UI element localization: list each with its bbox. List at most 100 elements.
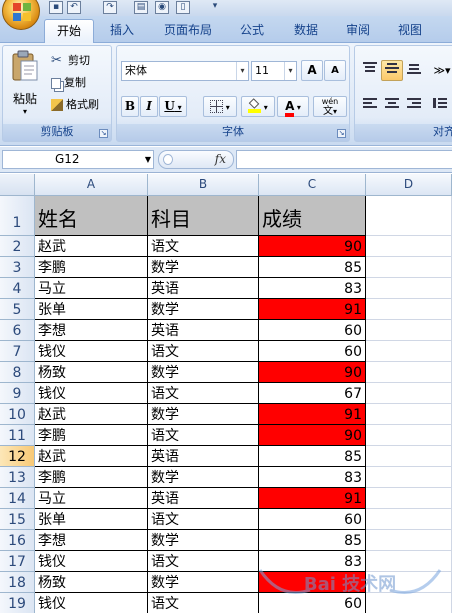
font-name-combo[interactable]: 宋体 ▾ (121, 61, 249, 81)
row-header[interactable]: 17 (0, 551, 35, 572)
row-header[interactable]: 15 (0, 509, 35, 530)
name-box-dropdown-icon[interactable]: ▼ (145, 151, 151, 168)
column-header-a[interactable]: A (35, 174, 148, 196)
subject-cell[interactable]: 数学 (148, 530, 259, 551)
format-painter-button[interactable]: 格式刷 (51, 96, 99, 112)
row-header[interactable]: 12 (0, 446, 35, 467)
shrink-font-button[interactable]: A (324, 60, 346, 81)
row-header[interactable]: 8 (0, 362, 35, 383)
name-cell[interactable]: 马立 (35, 488, 148, 509)
subject-cell[interactable]: 语文 (148, 593, 259, 613)
name-cell[interactable]: 李想 (35, 530, 148, 551)
row-header[interactable]: 2 (0, 236, 35, 257)
phonetic-dropdown-icon[interactable]: ▾ (333, 107, 337, 116)
borders-button[interactable]: ▾ (203, 96, 237, 117)
fill-color-dropdown-icon[interactable]: ▾ (261, 103, 268, 112)
italic-button[interactable]: I (140, 96, 158, 117)
formula-bar-grip-icon[interactable] (163, 154, 173, 165)
font-color-button[interactable]: A ▾ (277, 96, 309, 117)
tab-review[interactable]: 审阅 (338, 19, 378, 43)
score-cell[interactable]: 91 (259, 299, 366, 320)
grow-font-button[interactable]: A (301, 60, 323, 81)
subject-cell[interactable]: 英语 (148, 320, 259, 341)
new-document-icon[interactable]: ▯ (176, 1, 190, 14)
name-cell[interactable]: 张单 (35, 509, 148, 530)
subject-cell[interactable]: 语文 (148, 383, 259, 404)
empty-cell[interactable] (366, 383, 452, 404)
score-cell[interactable]: 85 (259, 446, 366, 467)
font-color-dropdown-icon[interactable]: ▾ (294, 103, 301, 112)
tab-data[interactable]: 数据 (286, 19, 326, 43)
print-preview-icon[interactable]: ◉ (155, 1, 169, 14)
row-header[interactable]: 6 (0, 320, 35, 341)
name-cell[interactable]: 钱仪 (35, 551, 148, 572)
header-cell-subject[interactable]: 科目 (148, 196, 259, 236)
subject-cell[interactable]: 数学 (148, 257, 259, 278)
score-cell[interactable]: 90 (259, 425, 366, 446)
column-header-c[interactable]: C (259, 174, 366, 196)
subject-cell[interactable]: 数学 (148, 362, 259, 383)
subject-cell[interactable]: 语文 (148, 509, 259, 530)
align-left-button[interactable] (359, 96, 381, 117)
row-header[interactable]: 11 (0, 425, 35, 446)
font-size-dropdown-icon[interactable]: ▾ (284, 62, 296, 80)
empty-cell[interactable] (366, 530, 452, 551)
underline-button[interactable]: U ▾ (159, 96, 187, 117)
row-header[interactable]: 18 (0, 572, 35, 593)
score-cell[interactable]: 83 (259, 278, 366, 299)
name-cell[interactable]: 赵武 (35, 446, 148, 467)
subject-cell[interactable]: 语文 (148, 551, 259, 572)
name-cell[interactable]: 钱仪 (35, 341, 148, 362)
empty-cell[interactable] (366, 236, 452, 257)
score-cell[interactable]: 60 (259, 320, 366, 341)
align-top-button[interactable] (359, 60, 381, 81)
print-icon[interactable]: ▤ (134, 1, 148, 14)
tab-formulas[interactable]: 公式 (232, 19, 272, 43)
underline-dropdown-icon[interactable]: ▾ (175, 102, 182, 112)
row-header[interactable]: 1 (0, 196, 35, 236)
empty-cell[interactable] (366, 446, 452, 467)
column-header-d[interactable]: D (366, 174, 452, 196)
empty-cell[interactable] (366, 278, 452, 299)
subject-cell[interactable]: 数学 (148, 299, 259, 320)
empty-cell[interactable] (366, 362, 452, 383)
empty-cell[interactable] (366, 425, 452, 446)
name-cell[interactable]: 李鹏 (35, 425, 148, 446)
subject-cell[interactable]: 语文 (148, 236, 259, 257)
score-cell[interactable]: 91 (259, 404, 366, 425)
name-cell[interactable]: 马立 (35, 278, 148, 299)
empty-cell[interactable] (366, 320, 452, 341)
font-name-dropdown-icon[interactable]: ▾ (236, 62, 248, 80)
subject-cell[interactable]: 语文 (148, 425, 259, 446)
row-header[interactable]: 7 (0, 341, 35, 362)
column-header-b[interactable]: B (148, 174, 259, 196)
score-cell[interactable]: 90 (259, 362, 366, 383)
save-icon[interactable]: ▪ (49, 1, 63, 14)
name-cell[interactable]: 李鹏 (35, 467, 148, 488)
row-header[interactable]: 3 (0, 257, 35, 278)
row-header[interactable]: 16 (0, 530, 35, 551)
subject-cell[interactable]: 数学 (148, 467, 259, 488)
tab-page-layout[interactable]: 页面布局 (156, 19, 220, 43)
row-header[interactable]: 4 (0, 278, 35, 299)
score-cell[interactable]: 67 (259, 383, 366, 404)
row-header[interactable]: 5 (0, 299, 35, 320)
row-header[interactable]: 9 (0, 383, 35, 404)
row-header[interactable]: 19 (0, 593, 35, 613)
bold-button[interactable]: B (121, 96, 139, 117)
name-cell[interactable]: 杨致 (35, 362, 148, 383)
empty-cell[interactable] (366, 299, 452, 320)
empty-cell[interactable] (366, 196, 452, 236)
row-header[interactable]: 14 (0, 488, 35, 509)
align-middle-button[interactable] (381, 60, 403, 81)
score-cell[interactable]: 60 (259, 341, 366, 362)
score-cell[interactable]: 83 (259, 467, 366, 488)
subject-cell[interactable]: 数学 (148, 572, 259, 593)
align-bottom-button[interactable] (403, 60, 425, 81)
subject-cell[interactable]: 语文 (148, 341, 259, 362)
borders-dropdown-icon[interactable]: ▾ (223, 103, 230, 112)
row-header[interactable]: 10 (0, 404, 35, 425)
score-cell[interactable]: 85 (259, 257, 366, 278)
name-cell[interactable]: 杨致 (35, 572, 148, 593)
align-center-button[interactable] (381, 96, 403, 117)
